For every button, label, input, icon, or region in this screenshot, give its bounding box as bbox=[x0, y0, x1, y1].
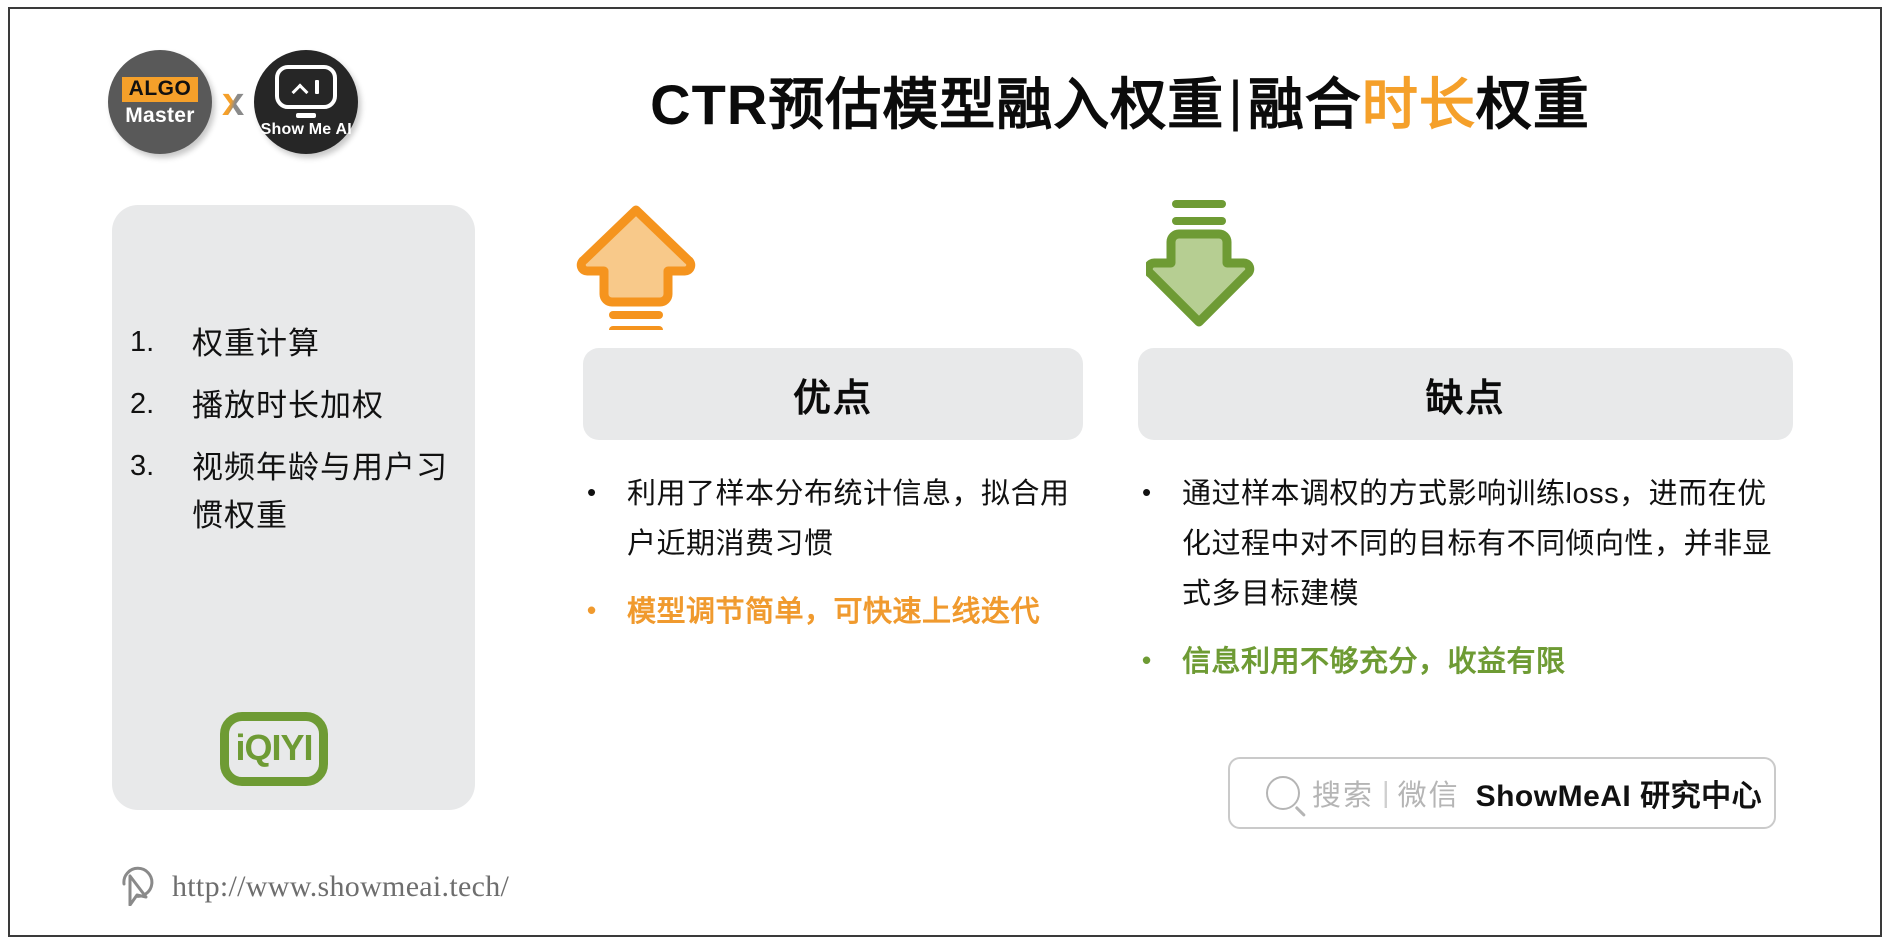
algomaster-logo: ALGO Master bbox=[108, 50, 212, 154]
pros-bullet-list: • 利用了样本分布统计信息，拟合用户近期消费习惯 • 模型调节简单，可快速上线迭… bbox=[583, 470, 1083, 638]
cursor-icon bbox=[118, 862, 158, 911]
bullet-item: • 利用了样本分布统计信息，拟合用户近期消费习惯 bbox=[583, 470, 1083, 570]
agenda-panel: 1. 权重计算 2. 播放时长加权 3. 视频年龄与用户习惯权重 iQIYI bbox=[112, 205, 475, 810]
list-item-label: 播放时长加权 bbox=[192, 388, 384, 424]
monitor-icon bbox=[275, 65, 338, 109]
pros-column: 优点 • 利用了样本分布统计信息，拟合用户近期消费习惯 • 模型调节简单，可快速… bbox=[583, 348, 1083, 656]
search-brand: ShowMeAI 研究中心 bbox=[1475, 780, 1763, 813]
bullet-item: • 信息利用不够充分，收益有限 bbox=[1138, 638, 1793, 688]
list-item[interactable]: 1. 权重计算 bbox=[130, 320, 465, 368]
bullet-marker-icon: • bbox=[587, 477, 597, 507]
title-highlight: 时长 bbox=[1361, 72, 1476, 136]
bullet-marker-icon: • bbox=[1142, 477, 1152, 507]
bullet-item: • 模型调节简单，可快速上线迭代 bbox=[583, 588, 1083, 638]
brand-logo-group: ALGO Master x Show Me AI bbox=[108, 48, 378, 156]
list-item-number: 1. bbox=[130, 326, 155, 358]
title-mid: 融合 bbox=[1247, 72, 1362, 136]
title-prefix: CTR预估模型融入权重 bbox=[650, 72, 1225, 136]
title-separator: | bbox=[1228, 68, 1244, 132]
bullet-marker-icon: • bbox=[587, 594, 597, 625]
bullet-text: 通过样本调权的方式影响训练loss，进而在优化过程中对不同的目标有不同倾向性，并… bbox=[1182, 478, 1773, 610]
showmeai-logo: Show Me AI bbox=[254, 50, 359, 154]
slide-canvas: ALGO Master x Show Me AI CTR预估模型融入权重 | 融… bbox=[0, 0, 1890, 945]
showmeai-logo-label: Show Me AI bbox=[260, 121, 352, 138]
caret-up-icon bbox=[293, 80, 308, 95]
pros-header: 优点 bbox=[583, 348, 1083, 440]
cons-header: 缺点 bbox=[1138, 348, 1793, 440]
badge-separator: | bbox=[1382, 776, 1390, 809]
list-item[interactable]: 3. 视频年龄与用户习惯权重 bbox=[130, 444, 465, 540]
search-channel: 微信 bbox=[1397, 780, 1460, 812]
arrow-down-icon bbox=[1143, 198, 1266, 330]
search-placeholder: 搜索 bbox=[1312, 780, 1375, 812]
cons-column: 缺点 • 通过样本调权的方式影响训练loss，进而在优化过程中对不同的目标有不同… bbox=[1138, 348, 1793, 706]
agenda-list: 1. 权重计算 2. 播放时长加权 3. 视频年龄与用户习惯权重 bbox=[130, 320, 465, 554]
bar-icon bbox=[315, 80, 320, 94]
list-item-number: 2. bbox=[130, 388, 155, 421]
list-item-label: 权重计算 bbox=[192, 326, 320, 361]
iqiyi-logo: iQIYI bbox=[220, 712, 328, 786]
search-icon bbox=[1266, 776, 1300, 810]
algomaster-tag: ALGO bbox=[121, 76, 199, 102]
monitor-stand-icon bbox=[296, 113, 317, 118]
cons-bullet-list: • 通过样本调权的方式影响训练loss，进而在优化过程中对不同的目标有不同倾向性… bbox=[1138, 470, 1793, 688]
algomaster-subtitle: Master bbox=[125, 104, 195, 127]
cross-icon: x bbox=[218, 82, 248, 122]
footer: http://www.showmeai.tech/ bbox=[118, 862, 509, 911]
page-title: CTR预估模型融入权重 | 融合 时长 权重 bbox=[430, 55, 1810, 145]
list-item-label: 视频年龄与用户习惯权重 bbox=[192, 450, 448, 534]
arrow-up-icon bbox=[576, 202, 696, 334]
wechat-search-badge[interactable]: 搜索 | 微信 ShowMeAI 研究中心 bbox=[1228, 757, 1776, 829]
bullet-text: 模型调节简单，可快速上线迭代 bbox=[627, 595, 1041, 628]
bullet-marker-icon: • bbox=[1142, 644, 1152, 675]
footer-url[interactable]: http://www.showmeai.tech/ bbox=[172, 870, 509, 904]
bullet-item: • 通过样本调权的方式影响训练loss，进而在优化过程中对不同的目标有不同倾向性… bbox=[1138, 470, 1793, 620]
list-item[interactable]: 2. 播放时长加权 bbox=[130, 382, 465, 430]
title-suffix: 权重 bbox=[1475, 72, 1590, 136]
list-item-number: 3. bbox=[130, 450, 155, 483]
bullet-text: 信息利用不够充分，收益有限 bbox=[1182, 645, 1566, 678]
bullet-text: 利用了样本分布统计信息，拟合用户近期消费习惯 bbox=[627, 478, 1070, 560]
iqiyi-logo-label: iQIYI bbox=[235, 727, 313, 768]
